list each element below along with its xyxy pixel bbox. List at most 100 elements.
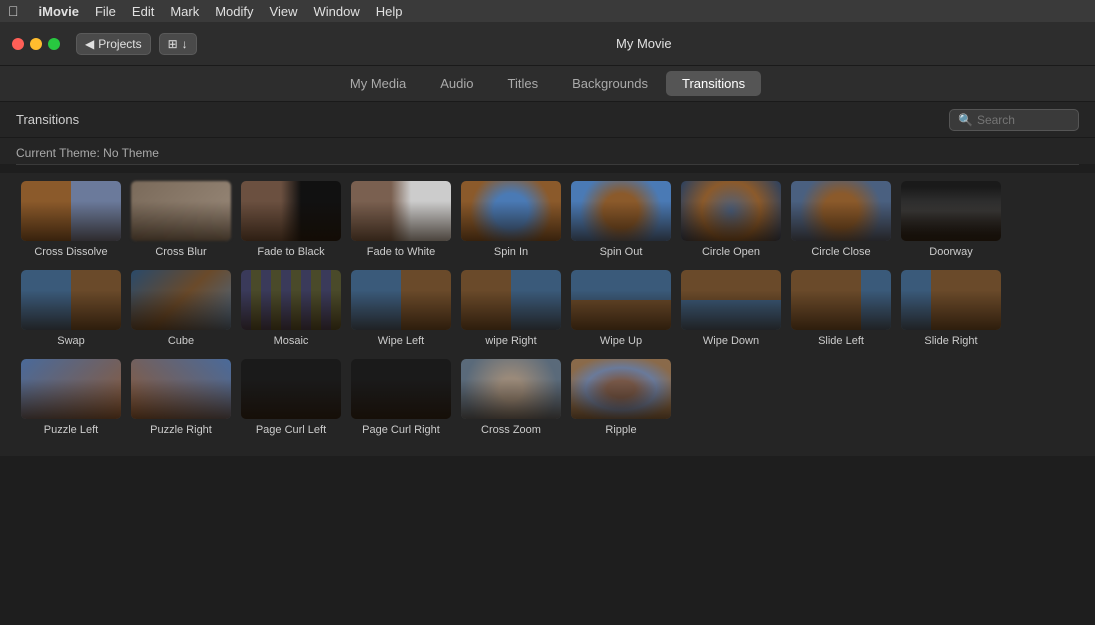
transition-label-wipe-left: Wipe Left [378, 335, 424, 347]
transition-label-circle-open: Circle Open [702, 246, 760, 258]
section-divider [16, 164, 1079, 165]
transition-item-fade-to-white[interactable]: Fade to White [346, 181, 456, 258]
transition-label-fade-to-black: Fade to Black [257, 246, 324, 258]
transition-item-slide-left[interactable]: Slide Left [786, 270, 896, 347]
window-title: My Movie [205, 36, 1083, 51]
sort-icon: ↓ [182, 37, 188, 51]
search-icon: 🔍 [958, 113, 973, 127]
transition-item-page-curl-right[interactable]: Page Curl Right [346, 359, 456, 436]
transitions-grid: Cross Dissolve Cross Blur Fade to Black Fad… [0, 173, 1095, 456]
transition-thumb-ripple [571, 359, 671, 419]
transition-label-mosaic: Mosaic [274, 335, 309, 347]
transition-label-cube: Cube [168, 335, 194, 347]
transition-item-fade-to-black[interactable]: Fade to Black [236, 181, 346, 258]
transition-item-swap[interactable]: Swap [16, 270, 126, 347]
tab-transitions[interactable]: Transitions [666, 71, 761, 96]
transition-item-circle-close[interactable]: Circle Close [786, 181, 896, 258]
transition-label-swap: Swap [57, 335, 85, 347]
transition-thumb-page-curl-right [351, 359, 451, 419]
content-header: Transitions 🔍 [0, 102, 1095, 138]
transition-item-cross-blur[interactable]: Cross Blur [126, 181, 236, 258]
transition-item-wipe-left[interactable]: Wipe Left [346, 270, 456, 347]
transition-thumb-cross-blur [131, 181, 231, 241]
transition-label-slide-left: Slide Left [818, 335, 864, 347]
transition-thumb-puzzle-right [131, 359, 231, 419]
menu-file[interactable]: File [95, 4, 116, 19]
transition-label-cross-zoom: Cross Zoom [481, 424, 541, 436]
transition-label-slide-right: Slide Right [924, 335, 977, 347]
transition-label-page-curl-right: Page Curl Right [362, 424, 440, 436]
transition-label-puzzle-left: Puzzle Left [44, 424, 98, 436]
transition-item-spin-out[interactable]: Spin Out [566, 181, 676, 258]
transition-label-cross-blur: Cross Blur [155, 246, 206, 258]
transition-thumb-doorway [901, 181, 1001, 241]
transition-thumb-circle-open [681, 181, 781, 241]
tab-titles[interactable]: Titles [492, 71, 555, 96]
transition-item-puzzle-right[interactable]: Puzzle Right [126, 359, 236, 436]
transition-item-mosaic[interactable]: Mosaic [236, 270, 346, 347]
projects-chevron: ◀ [85, 37, 94, 51]
theme-label: Current Theme: No Theme [0, 138, 1095, 164]
view-toggle-button[interactable]: ⊞ ↓ [159, 33, 197, 55]
projects-label: Projects [98, 37, 141, 51]
transition-label-circle-close: Circle Close [811, 246, 870, 258]
menu-help[interactable]: Help [376, 4, 403, 19]
menu-mark[interactable]: Mark [170, 4, 199, 19]
menu-modify[interactable]: Modify [215, 4, 253, 19]
app-name[interactable]: iMovie [39, 4, 79, 19]
tab-audio[interactable]: Audio [424, 71, 489, 96]
close-button[interactable] [12, 38, 24, 50]
transition-thumb-fade-to-white [351, 181, 451, 241]
tab-my-media[interactable]: My Media [334, 71, 422, 96]
transition-item-slide-right[interactable]: Slide Right [896, 270, 1006, 347]
transition-label-spin-in: Spin In [494, 246, 528, 258]
search-box[interactable]: 🔍 [949, 109, 1079, 131]
transition-label-puzzle-right: Puzzle Right [150, 424, 212, 436]
content-title: Transitions [16, 112, 79, 127]
transition-item-wipe-up[interactable]: Wipe Up [566, 270, 676, 347]
transition-thumb-slide-left [791, 270, 891, 330]
transition-item-wipe-right[interactable]: wipe Right [456, 270, 566, 347]
transition-item-cross-zoom[interactable]: Cross Zoom [456, 359, 566, 436]
transition-label-ripple: Ripple [605, 424, 636, 436]
transition-thumb-swap [21, 270, 121, 330]
transition-thumb-puzzle-left [21, 359, 121, 419]
transition-thumb-circle-close [791, 181, 891, 241]
transition-thumb-spin-in [461, 181, 561, 241]
title-bar: ◀ Projects ⊞ ↓ My Movie [0, 22, 1095, 66]
transition-label-wipe-down: Wipe Down [703, 335, 759, 347]
projects-button[interactable]: ◀ Projects [76, 33, 151, 55]
search-input[interactable] [977, 113, 1070, 127]
transition-thumb-wipe-right [461, 270, 561, 330]
transition-label-doorway: Doorway [929, 246, 972, 258]
fullscreen-button[interactable] [48, 38, 60, 50]
transition-item-wipe-down[interactable]: Wipe Down [676, 270, 786, 347]
apple-menu[interactable]:  [8, 3, 19, 19]
minimize-button[interactable] [30, 38, 42, 50]
transition-item-puzzle-left[interactable]: Puzzle Left [16, 359, 126, 436]
transition-thumb-wipe-left [351, 270, 451, 330]
transition-item-ripple[interactable]: Ripple [566, 359, 676, 436]
transition-item-cross-dissolve[interactable]: Cross Dissolve [16, 181, 126, 258]
transition-item-page-curl-left[interactable]: Page Curl Left [236, 359, 346, 436]
menu-view[interactable]: View [270, 4, 298, 19]
transition-item-cube[interactable]: Cube [126, 270, 236, 347]
transition-item-spin-in[interactable]: Spin In [456, 181, 566, 258]
transition-label-wipe-up: Wipe Up [600, 335, 642, 347]
transition-label-spin-out: Spin Out [600, 246, 643, 258]
transition-item-doorway[interactable]: Doorway [896, 181, 1006, 258]
tab-backgrounds[interactable]: Backgrounds [556, 71, 664, 96]
transition-label-page-curl-left: Page Curl Left [256, 424, 326, 436]
menu-bar:  iMovie File Edit Mark Modify View Wind… [0, 0, 1095, 22]
tab-bar: My Media Audio Titles Backgrounds Transi… [0, 66, 1095, 102]
menu-window[interactable]: Window [313, 4, 359, 19]
transition-thumb-wipe-down [681, 270, 781, 330]
traffic-lights [12, 38, 60, 50]
transition-thumb-spin-out [571, 181, 671, 241]
transition-thumb-wipe-up [571, 270, 671, 330]
menu-edit[interactable]: Edit [132, 4, 154, 19]
transition-label-fade-to-white: Fade to White [367, 246, 435, 258]
transition-item-circle-open[interactable]: Circle Open [676, 181, 786, 258]
transition-thumb-fade-to-black [241, 181, 341, 241]
transition-thumb-cube [131, 270, 231, 330]
